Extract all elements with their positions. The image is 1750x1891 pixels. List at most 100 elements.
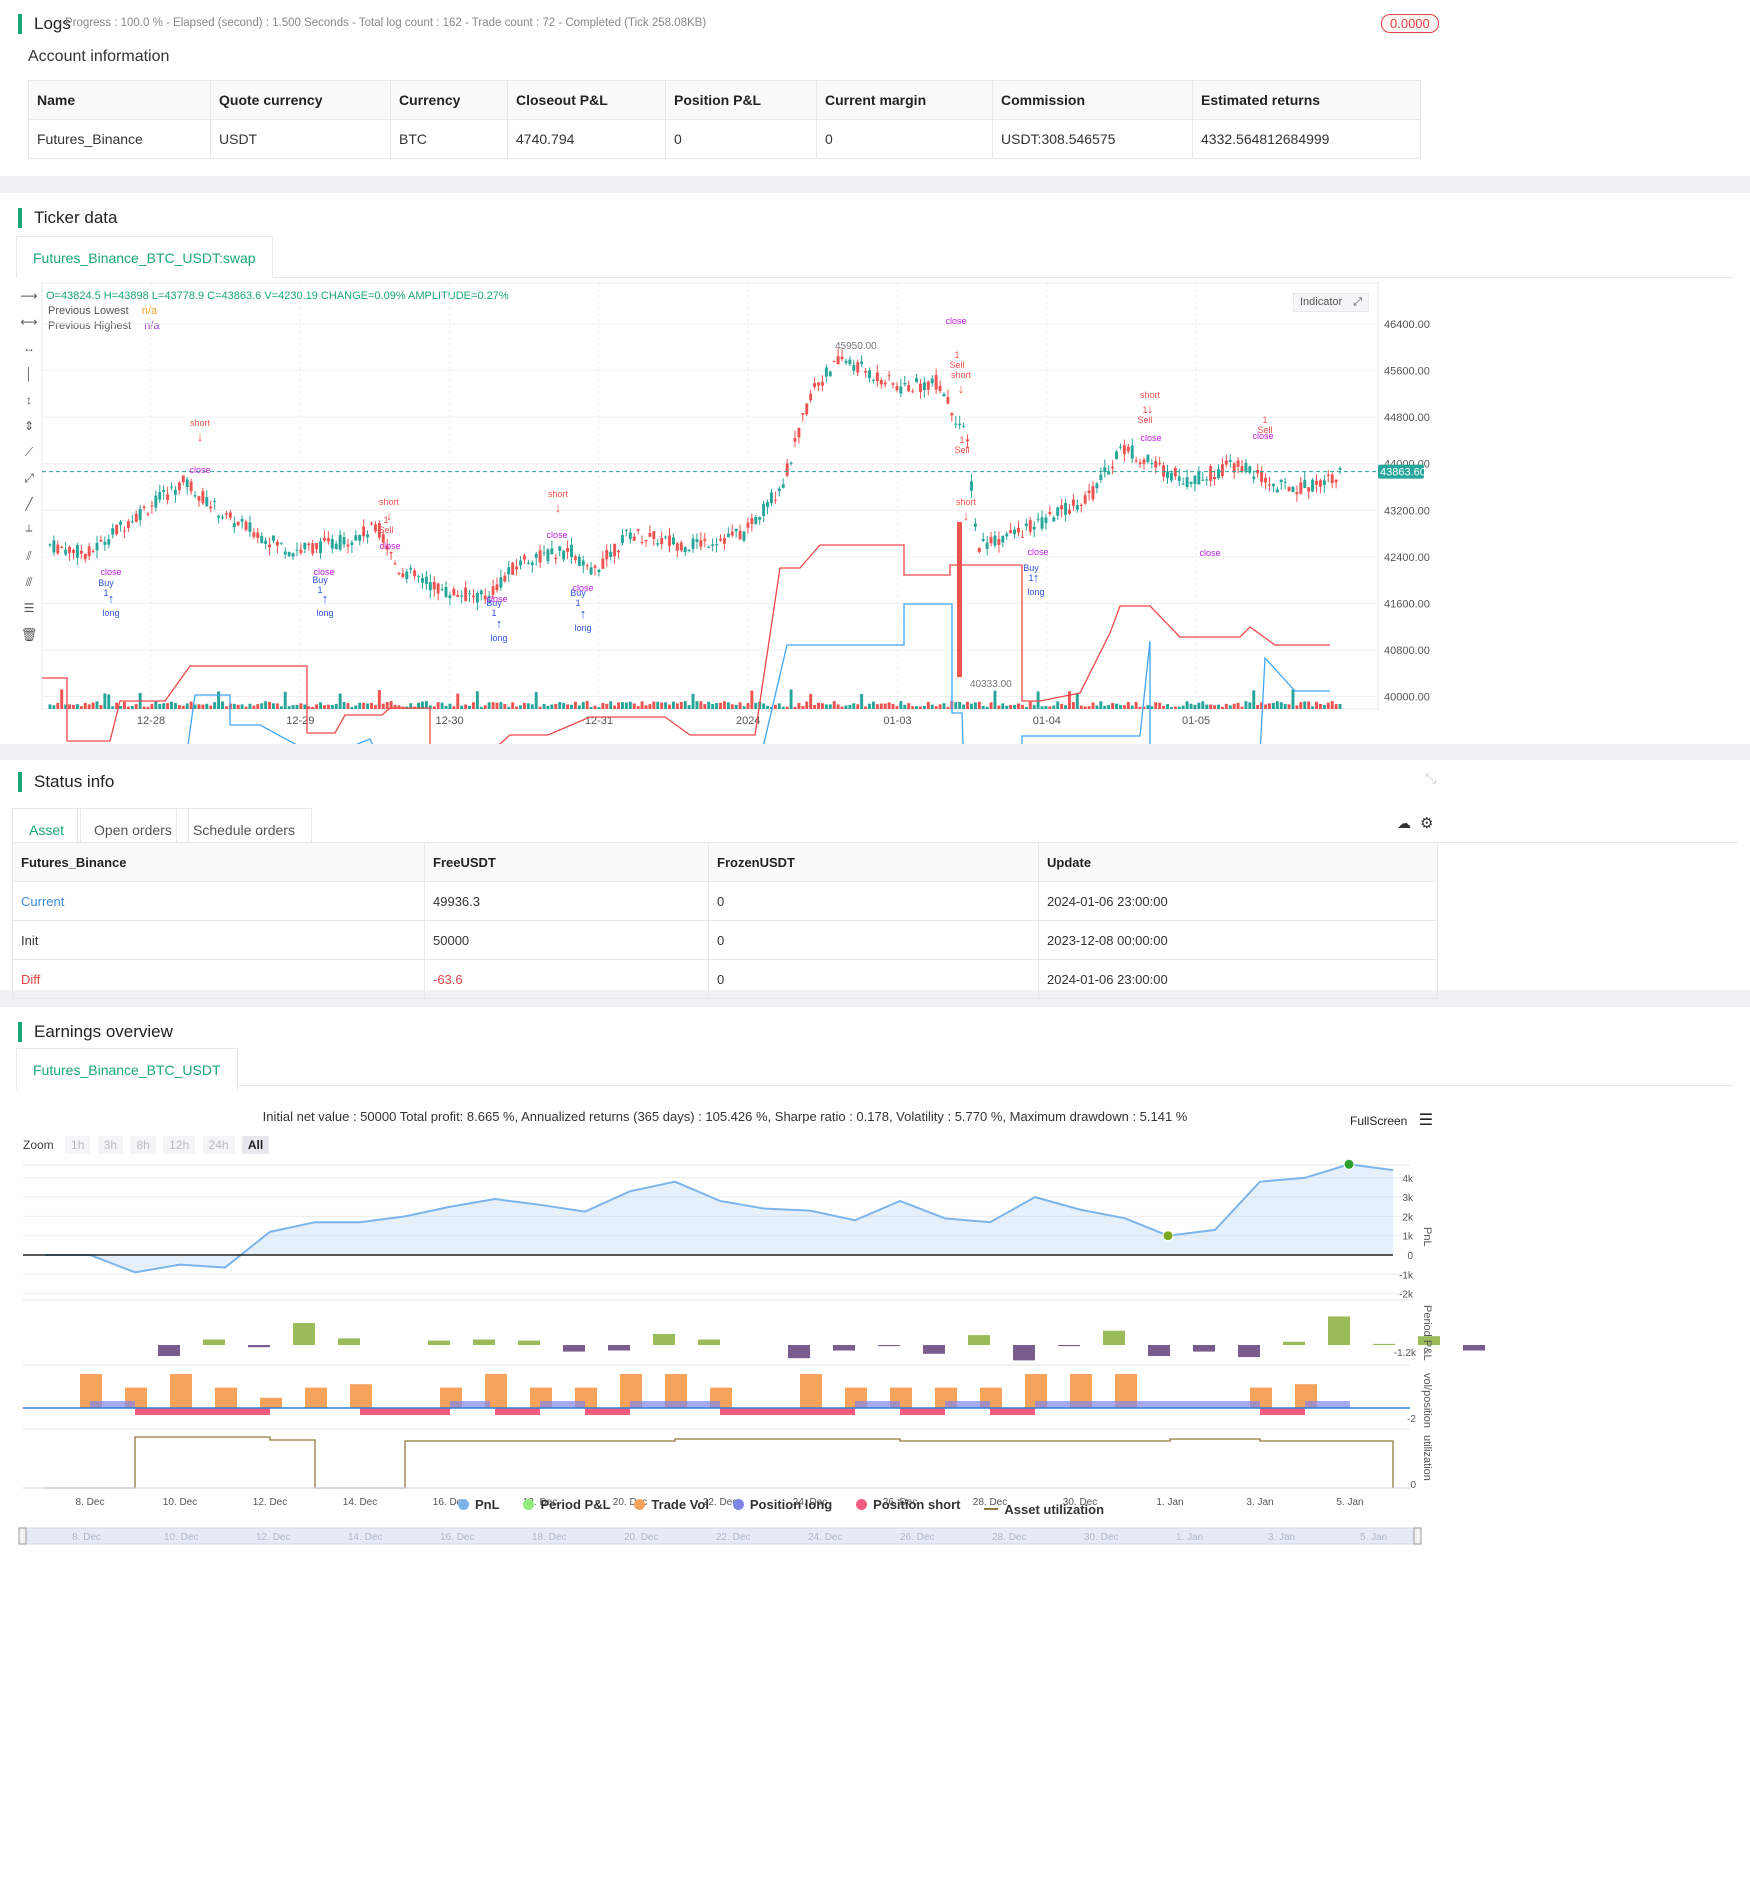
candle-body: [683, 547, 687, 553]
volume-bar: [734, 704, 738, 709]
period-pnl-bar: [1193, 1345, 1215, 1352]
collapse-icon[interactable]: ⤡: [1425, 770, 1436, 787]
volume-bar: [856, 704, 860, 709]
volume-bar: [1095, 705, 1099, 709]
max-marker: [1343, 1158, 1355, 1170]
download-icon[interactable]: ☁: [1397, 815, 1411, 832]
volume-bar: [597, 706, 601, 709]
volume-bar: [997, 705, 1001, 709]
navigator-date-label: 3. Jan: [1268, 1532, 1295, 1543]
candle-body: [264, 540, 268, 544]
candle-body: [711, 544, 715, 547]
volume-bar: [640, 701, 644, 709]
volume-bar: [797, 703, 801, 709]
position-long-bar: [630, 1401, 720, 1408]
candle-body: [1134, 460, 1138, 462]
candle-body: [777, 488, 781, 492]
candle-body: [813, 383, 817, 388]
volume-bar: [1330, 701, 1334, 709]
volume-bar: [499, 702, 503, 709]
candle-body: [338, 534, 342, 550]
volume-bar: [366, 703, 370, 709]
volume-bar: [283, 691, 287, 709]
candle-body: [1181, 483, 1185, 485]
candlestick-chart[interactable]: 46400.0045600.0044800.0044000.0043200.00…: [0, 193, 1750, 744]
candle-body: [515, 566, 519, 570]
cell: USDT:308.546575: [992, 119, 1193, 159]
volume-bar: [515, 706, 519, 709]
candle-body: [409, 567, 413, 570]
signal-qty-label: 1: [1028, 573, 1033, 583]
candle-body: [1311, 479, 1315, 492]
candle-body: [1177, 476, 1181, 481]
volume-bar: [589, 706, 593, 709]
candle-body: [1220, 464, 1224, 477]
candle-body: [177, 482, 181, 491]
candle-body: [48, 544, 52, 546]
volume-bar: [864, 706, 868, 709]
candle-body: [758, 516, 762, 520]
legend-label: Asset utilization: [1004, 1501, 1105, 1517]
volume-bar: [726, 702, 730, 709]
col-commission: Commission: [992, 80, 1193, 120]
volume-bar: [1017, 703, 1020, 709]
earnings-chart[interactable]: 4k 3k 2k 1k 0 -1k -2k PnL -1.2k Period P&L -2 vol/p…: [0, 1007, 1750, 1891]
volume-bar: [519, 705, 522, 709]
candle-body: [734, 529, 738, 532]
volume-bar: [1118, 705, 1122, 709]
candle-body: [620, 535, 624, 544]
candle-body: [158, 491, 162, 500]
signal-qty-label: 1: [575, 598, 580, 608]
legend-position-short[interactable]: Position short: [856, 1497, 960, 1512]
candle-body: [405, 571, 409, 580]
candle-body: [1189, 481, 1193, 484]
axis-label-period-pnl: Period P&L: [1421, 1305, 1433, 1361]
period-pnl-bar: [1328, 1316, 1350, 1345]
candle-body: [397, 572, 401, 575]
candle-body: [307, 543, 311, 545]
volume-bar: [593, 705, 597, 709]
volume-bar: [1146, 705, 1150, 709]
candle-body: [213, 501, 217, 503]
volume-bar: [79, 706, 83, 709]
legend-period-pnl[interactable]: Period P&L: [523, 1497, 611, 1512]
legend-asset-utilization[interactable]: Asset utilization: [984, 1502, 1104, 1517]
legend-position-long[interactable]: Position long: [732, 1497, 832, 1512]
low-price-label: 40333.00: [970, 679, 1012, 690]
candle-body: [938, 385, 942, 391]
candle-body: [370, 523, 373, 525]
candle-body: [354, 535, 358, 541]
signal-long-label: long: [490, 633, 507, 643]
candle-body: [746, 522, 750, 528]
volume-bar: [1013, 704, 1017, 709]
legend-trade-vol[interactable]: Trade Vol: [634, 1497, 709, 1512]
volume-bar: [1020, 704, 1024, 709]
volume-bar: [177, 705, 181, 709]
volume-bar: [746, 703, 750, 709]
volume-bar: [1303, 701, 1307, 709]
high-price-label: 45950.00: [835, 341, 877, 352]
volume-bar: [785, 706, 789, 709]
volume-bar: [83, 702, 87, 709]
volume-bar: [303, 704, 307, 709]
volume-bar: [636, 706, 640, 709]
volume-bar: [52, 705, 56, 709]
period-pnl-bar: [1148, 1345, 1170, 1356]
volume-bar: [1150, 706, 1154, 709]
candle-body: [1224, 460, 1228, 465]
candle-body: [1040, 517, 1044, 529]
volume-bar: [773, 704, 777, 709]
volume-bar: [530, 704, 534, 709]
volume-bar: [205, 703, 209, 709]
settings-gear-icon[interactable]: ⚙: [1420, 814, 1433, 832]
volume-bar: [1052, 705, 1056, 709]
volume-bar: [558, 702, 562, 709]
navigator-date-label: 5. Jan: [1360, 1532, 1387, 1543]
candle-body: [609, 551, 613, 557]
candle-body: [1032, 526, 1036, 530]
volume-bar: [232, 703, 236, 709]
legend-pnl[interactable]: PnL: [458, 1497, 500, 1512]
candle-body: [221, 517, 224, 519]
candle-body: [617, 550, 620, 553]
volume-bar: [1201, 701, 1205, 709]
